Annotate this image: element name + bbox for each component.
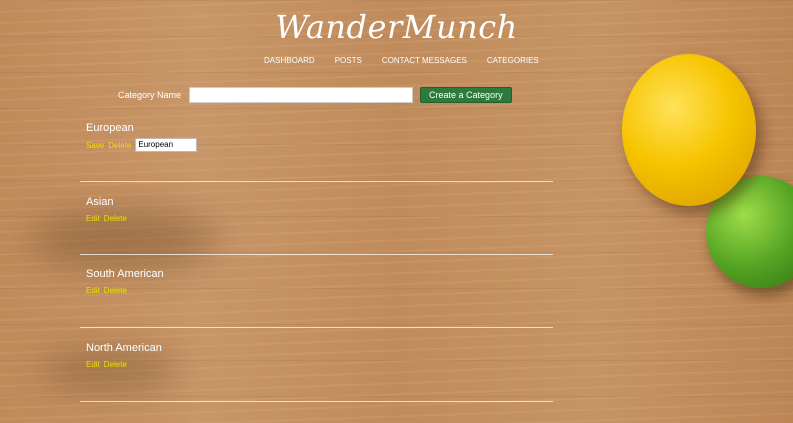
category-item: North American Edit Delete	[86, 342, 162, 369]
divider	[80, 181, 553, 182]
delete-link[interactable]: Delete	[104, 214, 127, 223]
category-name: South American	[86, 268, 164, 280]
divider	[80, 327, 553, 328]
top-nav: DASHBOARD POSTS CONTACT MESSAGES CATEGOR…	[264, 56, 559, 65]
category-item: European Save Delete European	[86, 122, 198, 152]
delete-link[interactable]: Delete	[104, 286, 127, 295]
category-name: Asian	[86, 196, 114, 208]
category-item: Asian Edit Delete	[86, 196, 131, 223]
site-logo[interactable]: WanderMunch	[0, 8, 793, 46]
lemon-image	[622, 54, 756, 206]
category-name: European	[86, 122, 134, 134]
save-link[interactable]: Save	[86, 141, 104, 150]
edit-link[interactable]: Edit	[86, 286, 100, 295]
nav-categories[interactable]: CATEGORIES	[487, 56, 539, 65]
create-category-button[interactable]: Create a Category	[420, 87, 512, 103]
divider	[80, 401, 553, 402]
edit-link[interactable]: Edit	[86, 214, 100, 223]
edit-link[interactable]: Edit	[86, 360, 100, 369]
nav-contact-messages[interactable]: CONTACT MESSAGES	[382, 56, 467, 65]
delete-link[interactable]: Delete	[108, 141, 131, 150]
category-item: South American Edit Delete	[86, 268, 164, 295]
nav-posts[interactable]: POSTS	[335, 56, 362, 65]
category-name: North American	[86, 342, 162, 354]
category-edit-field[interactable]: European	[135, 138, 198, 152]
delete-link[interactable]: Delete	[104, 360, 127, 369]
category-name-label: Category Name	[118, 90, 182, 100]
category-name-input[interactable]	[189, 87, 414, 103]
nav-dashboard[interactable]: DASHBOARD	[264, 56, 315, 65]
create-category-form: Category Name Create a Category	[118, 87, 512, 103]
divider	[80, 254, 553, 255]
